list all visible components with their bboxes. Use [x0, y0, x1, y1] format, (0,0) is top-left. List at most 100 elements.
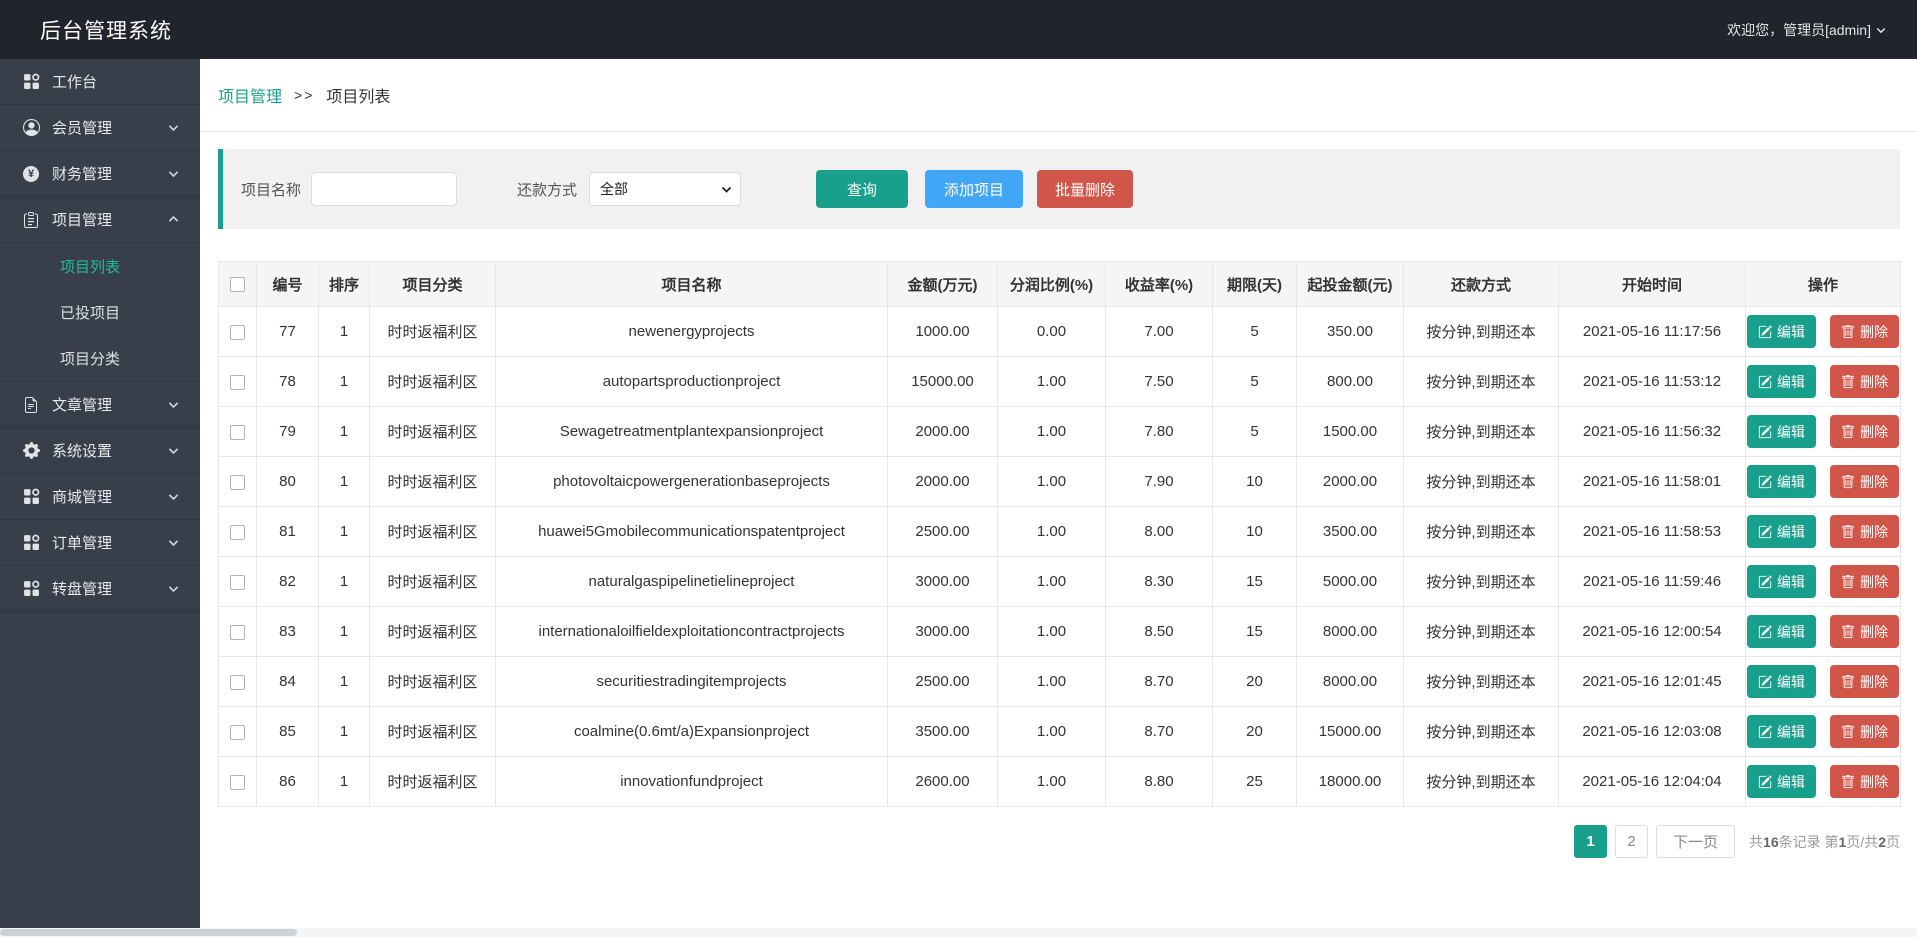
cell-id: 84	[256, 656, 319, 707]
cell-profit-ratio: 1.00	[997, 506, 1106, 557]
row-checkbox[interactable]	[230, 724, 245, 740]
edit-button[interactable]: 编辑	[1746, 315, 1816, 348]
sidebar-item-wheel[interactable]: 转盘管理	[0, 566, 200, 612]
sidebar-subitem-label: 已投项目	[60, 304, 121, 322]
cell-profit-ratio: 1.00	[997, 456, 1106, 507]
delete-button[interactable]: 删除	[1830, 365, 1900, 398]
cell-repay-method: 按分钟,到期还本	[1403, 406, 1559, 457]
delete-button[interactable]: 删除	[1830, 765, 1900, 798]
cell-actions: 编辑 删除	[1745, 356, 1901, 407]
cell-repay-method: 按分钟,到期还本	[1403, 456, 1559, 507]
sidebar-subitem[interactable]: 项目分类	[0, 335, 200, 381]
cell-start-time: 2021-05-16 12:01:45	[1558, 656, 1746, 707]
row-checkbox[interactable]	[230, 424, 245, 440]
cell-amount: 2600.00	[887, 756, 998, 807]
cell-id: 79	[256, 406, 319, 457]
row-checkbox[interactable]	[230, 324, 245, 340]
sidebar-item-order[interactable]: 订单管理	[0, 520, 200, 566]
breadcrumb-current: 项目列表	[326, 89, 391, 106]
edit-button[interactable]: 编辑	[1746, 515, 1816, 548]
edit-button[interactable]: 编辑	[1746, 715, 1816, 748]
cell-min-invest: 3500.00	[1296, 506, 1404, 557]
edit-button[interactable]: 编辑	[1746, 615, 1816, 648]
column-header: 分润比例(%)	[997, 261, 1106, 307]
sidebar-subitem[interactable]: 已投项目	[0, 289, 200, 335]
cell-id: 85	[256, 706, 319, 757]
sidebar-item-settings[interactable]: 系统设置	[0, 428, 200, 474]
cell-min-invest: 18000.00	[1296, 756, 1404, 807]
breadcrumb-parent-link[interactable]: 项目管理	[218, 83, 282, 107]
sidebar-subitem-label: 项目分类	[60, 350, 121, 368]
add-project-button[interactable]: 添加项目	[925, 170, 1024, 208]
column-header: 期限(天)	[1212, 261, 1297, 307]
sidebar-item-project[interactable]: 项目管理	[0, 197, 200, 243]
batch-delete-button[interactable]: 批量删除	[1037, 170, 1134, 208]
row-checkbox[interactable]	[230, 574, 245, 590]
delete-button[interactable]: 删除	[1830, 565, 1900, 598]
delete-button[interactable]: 删除	[1830, 465, 1900, 498]
sidebar-subitem[interactable]: 项目列表	[0, 243, 200, 289]
sidebar-item-label: 订单管理	[52, 535, 113, 552]
trash-icon	[1842, 424, 1854, 438]
cell-yield: 8.80	[1105, 756, 1213, 807]
cell-term: 15	[1212, 606, 1297, 657]
delete-button[interactable]: 删除	[1830, 315, 1900, 348]
row-checkbox[interactable]	[230, 474, 245, 490]
repay-method-select[interactable]: 全部	[589, 172, 742, 206]
page-button-2[interactable]: 2	[1615, 825, 1649, 858]
cell-actions: 编辑 删除	[1745, 556, 1901, 607]
trash-icon	[1842, 624, 1854, 638]
row-checkbox[interactable]	[230, 524, 245, 540]
sidebar-item-workbench[interactable]: 工作台	[0, 59, 200, 105]
cell-project-name: internationaloilfieldexploitationcontrac…	[495, 606, 888, 657]
sidebar-item-mall[interactable]: 商城管理	[0, 474, 200, 520]
delete-button[interactable]: 删除	[1830, 415, 1900, 448]
edit-button[interactable]: 编辑	[1746, 415, 1816, 448]
delete-button[interactable]: 删除	[1830, 515, 1900, 548]
horizontal-scrollbar-thumb[interactable]	[0, 929, 297, 936]
person-circle-icon	[22, 119, 40, 137]
column-header: 排序	[318, 261, 370, 307]
select-all-checkbox[interactable]	[230, 277, 245, 293]
edit-button[interactable]: 编辑	[1746, 665, 1816, 698]
sidebar-item-member[interactable]: 会员管理	[0, 105, 200, 151]
edit-button[interactable]: 编辑	[1746, 765, 1816, 798]
cell-profit-ratio: 1.00	[997, 606, 1106, 657]
pencil-square-icon	[1758, 624, 1772, 638]
table-row: 82 1 时时返福利区 naturalgaspipelinetielinepro…	[218, 556, 1901, 607]
project-name-input[interactable]	[311, 172, 458, 206]
delete-button[interactable]: 删除	[1830, 665, 1900, 698]
edit-button[interactable]: 编辑	[1746, 565, 1816, 598]
next-page-button[interactable]: 下一页	[1656, 825, 1736, 858]
cell-amount: 2500.00	[887, 506, 998, 557]
cell-project-name: newenergyprojects	[495, 306, 888, 357]
cell-min-invest: 800.00	[1296, 356, 1404, 407]
sidebar-item-article[interactable]: 文章管理	[0, 382, 200, 428]
cell-project-name: huawei5Gmobilecommunicationspatentprojec…	[495, 506, 888, 557]
query-button[interactable]: 查询	[816, 170, 909, 208]
user-menu[interactable]: 欢迎您，管理员[admin]	[1727, 20, 1887, 40]
row-checkbox[interactable]	[230, 624, 245, 640]
chevron-down-icon	[167, 444, 180, 457]
delete-button[interactable]: 删除	[1830, 715, 1900, 748]
cell-amount: 2000.00	[887, 456, 998, 507]
edit-button[interactable]: 编辑	[1746, 465, 1816, 498]
cell-project-name: autopartsproductionproject	[495, 356, 888, 407]
row-checkbox[interactable]	[230, 774, 245, 790]
chevron-down-icon	[1876, 27, 1886, 33]
sidebar-item-finance[interactable]: ¥ 财务管理	[0, 151, 200, 197]
delete-button[interactable]: 删除	[1830, 615, 1900, 648]
row-checkbox[interactable]	[230, 374, 245, 390]
cell-id: 78	[256, 356, 319, 407]
cell-profit-ratio: 1.00	[997, 556, 1106, 607]
row-checkbox[interactable]	[230, 674, 245, 690]
edit-button[interactable]: 编辑	[1746, 365, 1816, 398]
cell-yield: 8.70	[1105, 656, 1213, 707]
page-button-1[interactable]: 1	[1574, 825, 1608, 858]
cell-project-name: securitiestradingitemprojects	[495, 656, 888, 707]
cell-profit-ratio: 1.00	[997, 706, 1106, 757]
cell-yield: 8.30	[1105, 556, 1213, 607]
pencil-square-icon	[1758, 424, 1772, 438]
cell-sort: 1	[318, 506, 370, 557]
sidebar-item-label: 商城管理	[52, 489, 113, 506]
